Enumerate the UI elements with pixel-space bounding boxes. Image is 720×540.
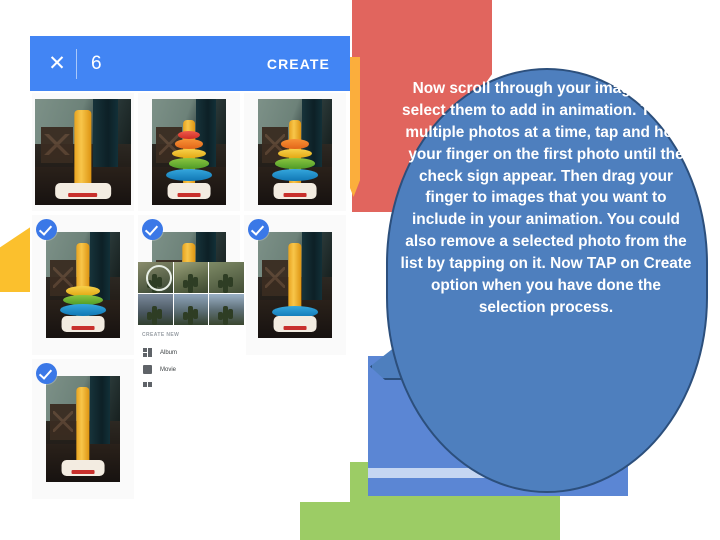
create-new-panel: CREATE NEW Album Movie [138,262,246,391]
ring-orange [174,139,204,149]
cactus-shape [182,305,198,325]
loading-spinner-icon [146,265,172,291]
movie-icon [143,365,152,374]
album-icon [143,348,152,357]
menu-item-more[interactable] [138,378,246,391]
selection-check-icon[interactable] [36,219,57,240]
toy-photo [35,99,131,205]
menu-item-movie[interactable]: Movie [138,361,246,378]
google-photos-screenshot: ✕ 6 CREATE CREATE NEW Album Movie [30,36,350,502]
ring-blue [166,168,212,181]
app-bar: ✕ 6 CREATE [30,36,350,91]
toy-base [273,315,317,332]
album-thumbnail[interactable] [209,262,244,293]
photo-one-ring-stack[interactable] [244,215,346,355]
toy-base [55,182,111,199]
app-bar-divider [76,48,77,79]
cactus-shape [218,273,234,293]
toy-post [76,386,90,463]
ring-orange [280,139,310,149]
album-thumbnail[interactable] [173,262,209,293]
photo-full-stack-no-rings[interactable] [32,93,134,211]
toy-base [167,182,211,199]
ring-yellow [171,148,207,159]
selection-check-icon[interactable] [36,363,57,384]
ring-green [275,158,315,169]
menu-item-label: Album [160,349,178,356]
menu-item-album[interactable]: Album [138,344,246,361]
album-thumbnail-grid [138,262,244,325]
ring-blue [60,304,106,316]
ring-green [169,158,209,169]
album-thumbnail[interactable] [209,294,244,325]
more-icon [143,382,152,387]
photo-bare-post[interactable] [32,359,134,499]
toy-post [74,109,92,186]
toy-base [61,459,105,476]
photo-chair [262,259,288,296]
photo-chair [40,126,74,163]
toy-photo [46,376,120,482]
toy-photo [46,232,120,338]
cactus-shape [218,305,234,325]
close-icon[interactable]: ✕ [44,53,70,74]
create-new-label: CREATE NEW [142,332,180,338]
toy-photo [152,99,226,205]
cactus-shape [182,273,198,293]
photo-full-rainbow-stack[interactable] [138,93,240,211]
menu-item-label: Movie [160,366,177,373]
toy-base [273,182,317,199]
toy-base [61,315,105,332]
selection-count: 6 [91,52,102,74]
ring-yellow [277,148,313,159]
photo-three-ring-stack[interactable] [32,215,134,355]
album-thumbnail[interactable] [173,294,209,325]
selection-check-icon[interactable] [142,219,163,240]
toy-photo [258,99,332,205]
callout-text: Now scroll through your images and selec… [400,80,692,316]
selection-check-icon[interactable] [248,219,269,240]
slide-canvas: ✕ 6 CREATE CREATE NEW Album Movie Now sc… [0,0,720,540]
cactus-shape [146,305,162,325]
album-thumbnail[interactable] [138,294,173,325]
create-button[interactable]: CREATE [267,56,336,72]
photo-chair [50,403,76,440]
photo-row [30,93,350,215]
photo-four-ring-stack[interactable] [244,93,346,211]
toy-photo [258,232,332,338]
ring-blue [272,168,318,181]
